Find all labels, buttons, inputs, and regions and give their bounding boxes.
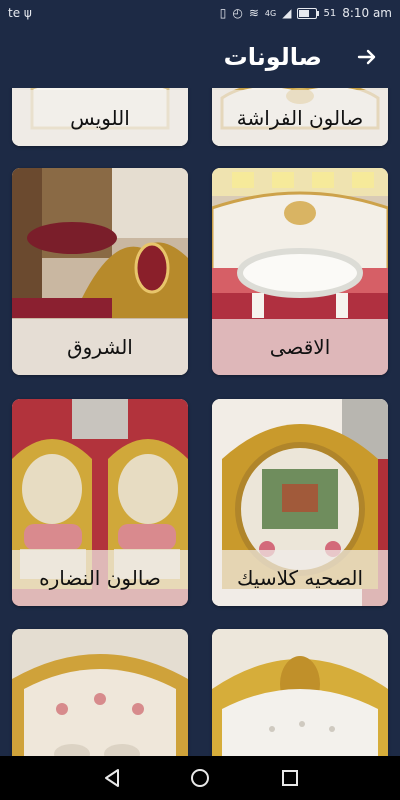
salon-card-label: الصحيه كلاسيك xyxy=(212,550,388,606)
alarm-icon: ◴ xyxy=(232,6,243,20)
wifi-icon: ≋ xyxy=(248,6,259,20)
app-bar: صالونات xyxy=(0,28,400,88)
salon-image xyxy=(212,629,388,756)
triangle-back-icon xyxy=(105,769,119,787)
signal-icon: ◢ xyxy=(282,6,292,20)
salon-card-label: صالون الفراشة xyxy=(212,90,388,146)
vibrate-icon: ▯ xyxy=(219,6,227,20)
system-nav-bar xyxy=(0,756,400,800)
status-bar: te ψ ▯ ◴ ≋ 4G ◢ 51 8:10 am xyxy=(0,0,400,28)
status-time: 8:10 am xyxy=(342,6,392,20)
salon-card-label: الشروق xyxy=(12,319,188,375)
salon-card[interactable]: الاقصى xyxy=(212,168,388,375)
battery-text: 51 xyxy=(323,7,337,19)
square-recents-icon xyxy=(282,770,298,786)
arrow-right-icon xyxy=(357,49,376,65)
page-title: صالونات xyxy=(223,43,322,71)
salon-card[interactable]: صالون الفراشة xyxy=(212,88,388,146)
salon-grid: صالون الفراشة اللويس الاقصى الشروق الصحي… xyxy=(0,88,400,756)
status-left-text: te ψ xyxy=(8,6,32,20)
status-icons: ▯ ◴ ≋ 4G ◢ 51 8:10 am xyxy=(220,6,392,20)
nav-home-button[interactable] xyxy=(188,766,212,790)
salon-card[interactable]: الشروق xyxy=(12,168,188,375)
salon-card-label: صالون النضاره xyxy=(12,550,188,606)
salon-card-label: الاقصى xyxy=(212,319,388,375)
salon-card[interactable]: اللويس xyxy=(12,88,188,146)
salon-card[interactable]: صالون النضاره xyxy=(12,399,188,606)
salon-card[interactable]: الصحيه كلاسيك xyxy=(212,399,388,606)
nav-recents-button[interactable] xyxy=(278,766,302,790)
network-label: 4G xyxy=(264,8,277,18)
salon-image xyxy=(12,629,188,756)
salon-card[interactable] xyxy=(12,629,188,756)
back-button[interactable] xyxy=(352,42,382,72)
battery-icon xyxy=(297,7,320,19)
circle-home-icon xyxy=(191,769,209,787)
salon-card[interactable] xyxy=(212,629,388,756)
salon-card-label: اللويس xyxy=(12,90,188,146)
nav-back-button[interactable] xyxy=(100,766,124,790)
